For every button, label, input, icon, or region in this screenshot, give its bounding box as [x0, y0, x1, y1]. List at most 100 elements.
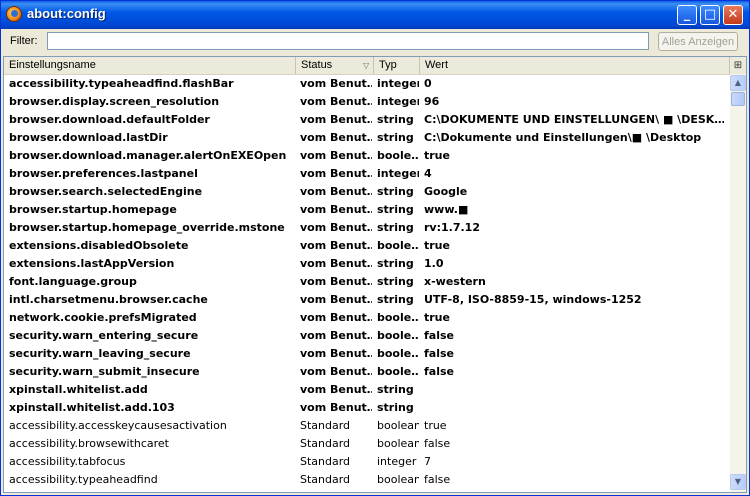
vertical-scrollbar[interactable]: ▲ ▼ — [730, 74, 746, 492]
table-row[interactable]: browser.startup.homepage vom Benut… string… — [4, 201, 730, 219]
pref-status: vom Benut… — [300, 257, 372, 270]
pref-status: vom Benut… — [300, 149, 372, 162]
pref-status: Standard — [300, 455, 351, 468]
pref-status: vom Benut… — [300, 167, 372, 180]
filter-input[interactable] — [47, 32, 649, 50]
scroll-thumb[interactable] — [731, 92, 745, 106]
pref-type: string — [377, 401, 414, 414]
table-row[interactable]: accessibility.typeaheadfind.flashBar vom … — [4, 75, 730, 93]
pref-value: false — [424, 329, 454, 342]
table-row[interactable]: extensions.disabledObsolete vom Benut… boo… — [4, 237, 730, 255]
scroll-up-button[interactable]: ▲ — [730, 75, 746, 91]
pref-status: vom Benut… — [300, 185, 372, 198]
pref-name: browser.startup.homepage — [9, 203, 177, 216]
table-row[interactable]: accessibility.accesskeycausesactivation S… — [4, 417, 730, 435]
pref-type: string — [377, 221, 414, 234]
pref-status: vom Benut… — [300, 275, 372, 288]
pref-name: browser.startup.homepage_override.mstone — [9, 221, 285, 234]
pref-name: security.warn_leaving_secure — [9, 347, 191, 360]
about-config-window: about:config _ □ ✕ Filter: Alles Anzeige… — [0, 0, 750, 496]
pref-status: vom Benut… — [300, 401, 372, 414]
table-row[interactable]: accessibility.tabfocus Standard integer 7 — [4, 453, 730, 471]
pref-name: browser.download.lastDir — [9, 131, 168, 144]
table-row[interactable]: browser.display.screen_resolution vom Ben… — [4, 93, 730, 111]
minimize-icon: _ — [683, 7, 691, 22]
table-row[interactable]: browser.download.manager.alertOnEXEOpen v… — [4, 147, 730, 165]
column-header-value[interactable]: Wert — [420, 57, 730, 74]
column-header-row: Einstellungsname Status ▽ Typ Wert ⊞ — [4, 57, 746, 75]
pref-type: boole… — [377, 347, 419, 360]
table-row[interactable]: extensions.lastAppVersion vom Benut… strin… — [4, 255, 730, 273]
preference-rows: accessibility.typeaheadfind.flashBar vom … — [4, 75, 730, 489]
table-row[interactable]: xpinstall.whitelist.add vom Benut… string — [4, 381, 730, 399]
pref-type: boole… — [377, 329, 419, 342]
close-icon: ✕ — [727, 7, 739, 22]
scroll-down-button[interactable]: ▼ — [730, 474, 746, 490]
close-button[interactable]: ✕ — [723, 5, 743, 25]
pref-value: true — [424, 311, 450, 324]
preferences-tree[interactable]: Einstellungsname Status ▽ Typ Wert ⊞ acc… — [3, 56, 747, 493]
pref-type: boolean — [377, 437, 419, 450]
pref-value: x-western — [424, 275, 486, 288]
pref-name: accessibility.accesskeycausesactivation — [9, 419, 227, 432]
column-picker-icon[interactable]: ⊞ — [730, 57, 746, 74]
table-row[interactable]: accessibility.typeaheadfind Standard boole… — [4, 471, 730, 489]
pref-status: Standard — [300, 437, 351, 450]
table-row[interactable]: network.cookie.prefsMigrated vom Benut… bo… — [4, 309, 730, 327]
table-row[interactable]: intl.charsetmenu.browser.cache vom Benut…… — [4, 291, 730, 309]
pref-name: intl.charsetmenu.browser.cache — [9, 293, 208, 306]
table-row[interactable]: browser.search.selectedEngine vom Benut… s… — [4, 183, 730, 201]
pref-value: C:\DOKUMENTE UND EINSTELLUNGEN\ ■ \DESK… — [424, 113, 724, 126]
table-row[interactable]: font.language.group vom Benut… string x-wes… — [4, 273, 730, 291]
pref-value: true — [424, 149, 450, 162]
pref-type: string — [377, 383, 414, 396]
pref-value: 0 — [424, 77, 432, 90]
pref-value: false — [424, 437, 451, 450]
minimize-button[interactable]: _ — [677, 5, 697, 25]
pref-value: true — [424, 239, 450, 252]
pref-value: false — [424, 365, 454, 378]
pref-status: vom Benut… — [300, 311, 372, 324]
pref-status: vom Benut… — [300, 77, 372, 90]
pref-value: 1.0 — [424, 257, 444, 270]
table-row[interactable]: security.warn_leaving_secure vom Benut… bo… — [4, 345, 730, 363]
pref-value: rv:1.7.12 — [424, 221, 480, 234]
pref-name: browser.preferences.lastpanel — [9, 167, 198, 180]
table-row[interactable]: security.warn_submit_insecure vom Benut… b… — [4, 363, 730, 381]
pref-name: security.warn_entering_secure — [9, 329, 199, 342]
show-all-button[interactable]: Alles Anzeigen — [658, 32, 738, 51]
pref-value: 4 — [424, 167, 432, 180]
pref-name: accessibility.typeaheadfind.flashBar — [9, 77, 234, 90]
pref-name: xpinstall.whitelist.add — [9, 383, 148, 396]
pref-status: vom Benut… — [300, 239, 372, 252]
pref-value: C:\Dokumente und Einstellungen\■ \Deskto… — [424, 131, 702, 144]
column-header-name[interactable]: Einstellungsname — [4, 57, 296, 74]
pref-status: vom Benut… — [300, 365, 372, 378]
filter-label: Filter: — [10, 35, 38, 47]
pref-name: xpinstall.whitelist.add.103 — [9, 401, 175, 414]
pref-value: false — [424, 347, 454, 360]
table-row[interactable]: xpinstall.whitelist.add.103 vom Benut… str… — [4, 399, 730, 417]
pref-name: font.language.group — [9, 275, 137, 288]
pref-name: browser.download.manager.alertOnEXEOpen — [9, 149, 287, 162]
pref-type: string — [377, 293, 414, 306]
table-row[interactable]: security.warn_entering_secure vom Benut… b… — [4, 327, 730, 345]
pref-type: boolean — [377, 419, 419, 432]
maximize-button[interactable]: □ — [700, 5, 720, 25]
table-row[interactable]: browser.download.defaultFolder vom Benut…… — [4, 111, 730, 129]
pref-name: security.warn_submit_insecure — [9, 365, 200, 378]
pref-type: string — [377, 275, 414, 288]
pref-type: boole… — [377, 311, 419, 324]
pref-status: Standard — [300, 419, 351, 432]
table-row[interactable]: browser.startup.homepage_override.mstone… — [4, 219, 730, 237]
maximize-icon: □ — [703, 7, 717, 22]
title-bar[interactable]: about:config _ □ ✕ — [1, 1, 749, 29]
column-header-type[interactable]: Typ — [374, 57, 420, 74]
pref-status: vom Benut… — [300, 329, 372, 342]
pref-name: browser.search.selectedEngine — [9, 185, 203, 198]
pref-type: boole… — [377, 365, 419, 378]
table-row[interactable]: browser.preferences.lastpanel vom Benut… i… — [4, 165, 730, 183]
table-row[interactable]: browser.download.lastDir vom Benut… string… — [4, 129, 730, 147]
pref-value: Google — [424, 185, 468, 198]
table-row[interactable]: accessibility.browsewithcaret Standard boo… — [4, 435, 730, 453]
